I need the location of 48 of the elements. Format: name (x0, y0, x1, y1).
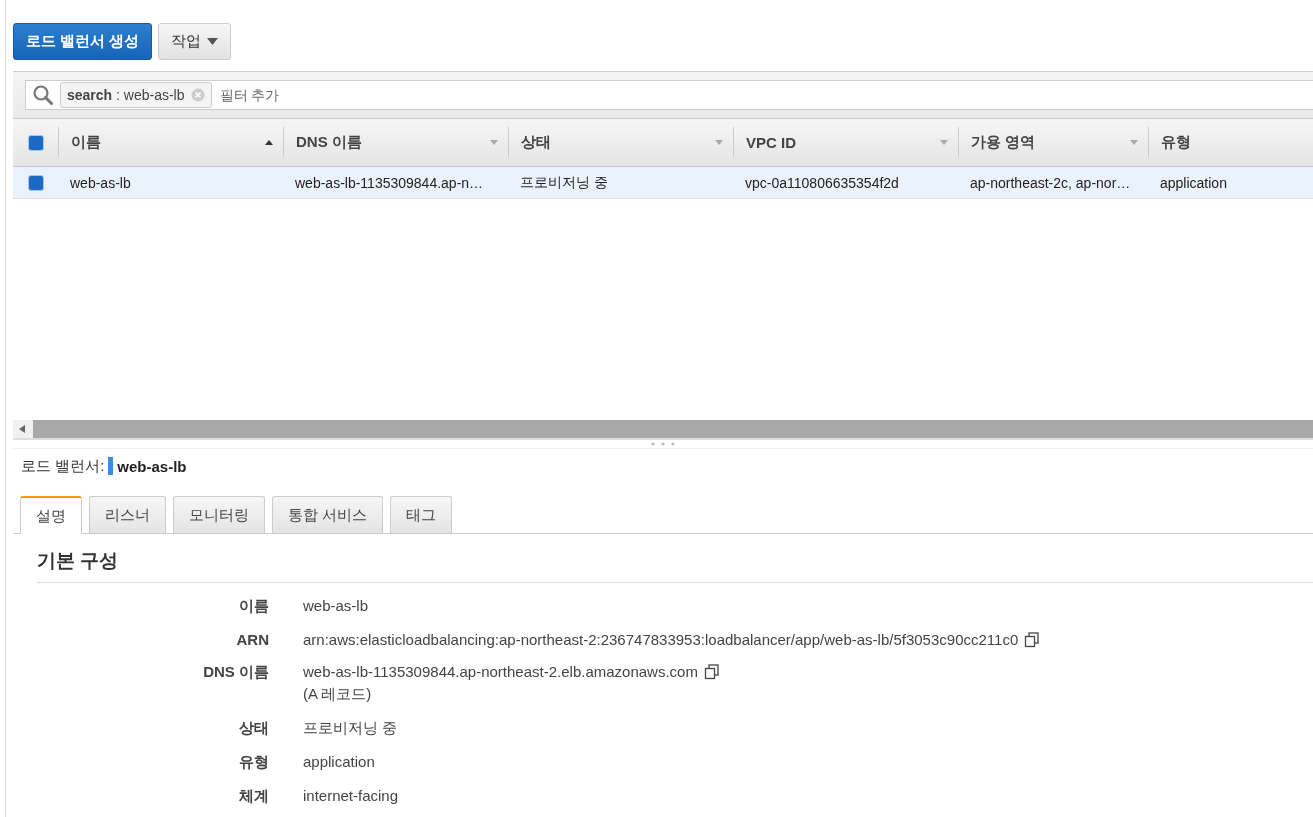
field-label: 이름 (238, 597, 269, 616)
field-value: arn:aws:elasticloadbalancing:ap-northeast-2:236747833953:loadbalancer/app/web-as-lb/5f3053c90cc211c0 (303, 631, 1019, 648)
table-row[interactable]: web-as-lb web-as-lb-1135309844.ap-n… 프로비저닝 중 vpc-0a110806635354f2d ap-northeast-2c, ap-nor… application (13, 167, 1313, 199)
table-cell: web-as-lb (70, 174, 131, 191)
table-cell: application (1160, 174, 1227, 191)
tab[interactable]: 모니터링 (173, 496, 265, 533)
field-label: 체계 (238, 787, 269, 806)
actions-dropdown-button[interactable]: 작업 (158, 23, 232, 60)
copy-icon[interactable] (1024, 631, 1041, 648)
filter-token-text: search : web-as-lb (67, 87, 185, 103)
column-header[interactable]: 유형 (1148, 127, 1313, 157)
create-load-balancer-button[interactable]: 로드 밸런서 생성 (13, 23, 153, 60)
field-value: 프로비저닝 중 (303, 719, 398, 738)
table-cell: ap-northeast-2c, ap-nor… (970, 174, 1131, 191)
column-header[interactable]: VPC ID (733, 127, 958, 157)
column-header[interactable]: 상태 (508, 127, 733, 157)
field-note: (A 레코드) (303, 685, 373, 704)
field-value: internet-facing (303, 787, 399, 804)
field-label: DNS 이름 (202, 663, 269, 682)
table-cell: 프로비저닝 중 (520, 173, 608, 192)
tab[interactable]: 리스너 (89, 496, 166, 533)
resize-handle-icon[interactable] (650, 442, 676, 446)
tab[interactable]: 설명 (20, 496, 82, 534)
copy-icon[interactable] (703, 663, 720, 680)
search-icon (32, 84, 54, 106)
column-header[interactable]: DNS 이름 (283, 127, 508, 157)
accent-bar (108, 457, 114, 475)
field-value: application (303, 753, 375, 770)
section-title: 기본 구성 (37, 548, 1313, 583)
column-header[interactable]: 이름 (58, 127, 283, 157)
tab[interactable]: 통합 서비스 (272, 496, 384, 533)
tab[interactable]: 태그 (390, 496, 453, 533)
detail-label: 로드 밸런서: (21, 456, 105, 476)
horizontal-scrollbar[interactable] (13, 420, 1313, 440)
select-all-checkbox[interactable] (27, 134, 44, 151)
column-header[interactable]: 가용 영역 (958, 127, 1148, 157)
field-label: ARN (235, 631, 269, 648)
row-checkbox[interactable] (27, 174, 44, 191)
field-label: 상태 (238, 719, 269, 738)
table-cell: vpc-0a110806635354f2d (745, 174, 899, 191)
filter-field[interactable]: search : web-as-lb 필터 추가 (25, 80, 1313, 110)
field-value: web-as-lb-1135309844.ap-northeast-2.elb.amazonaws.com (303, 663, 698, 680)
caret-icon (207, 38, 219, 45)
field-value: web-as-lb (303, 597, 369, 614)
scroll-left-icon[interactable] (19, 425, 25, 433)
table-cell: web-as-lb-1135309844.ap-n… (295, 174, 484, 191)
load-balancer-name: web-as-lb (117, 457, 187, 475)
field-label: 유형 (238, 753, 269, 772)
